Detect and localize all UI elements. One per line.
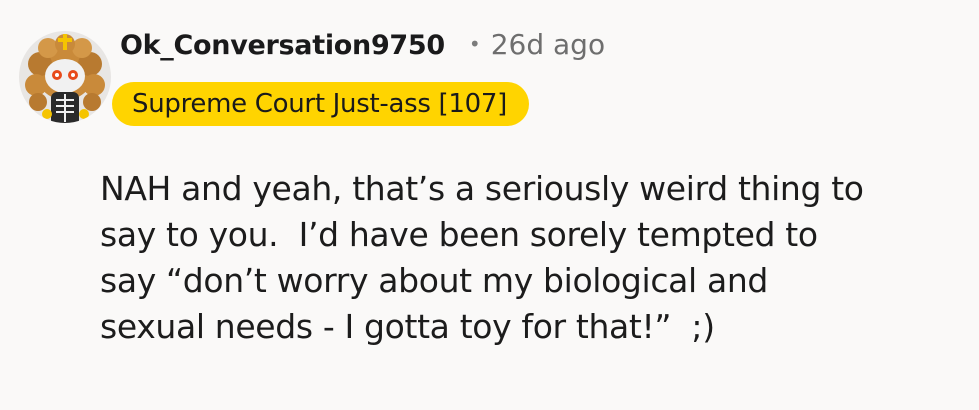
timestamp[interactable]: 26d ago [491,28,605,61]
username-link[interactable]: Ok_Conversation9750 [120,30,445,61]
comment-body: NAH and yeah, that’s a seriously weird t… [100,166,970,350]
snoo-avatar-icon [19,31,111,123]
user-flair-badge: Supreme Court Just-ass [107] [112,82,529,126]
comment-line: say to you. I’d have been sorely tempted… [100,215,818,254]
comment-header: Ok_Conversation9750 • 26d ago [120,28,605,61]
comment-line: sexual needs - I gotta toy for that!” ;) [100,307,715,346]
separator-dot: • [468,32,481,56]
avatar[interactable] [18,30,112,124]
comment-line: say “don’t worry about my biological and [100,261,769,300]
comment-line: NAH and yeah, that’s a seriously weird t… [100,169,864,208]
